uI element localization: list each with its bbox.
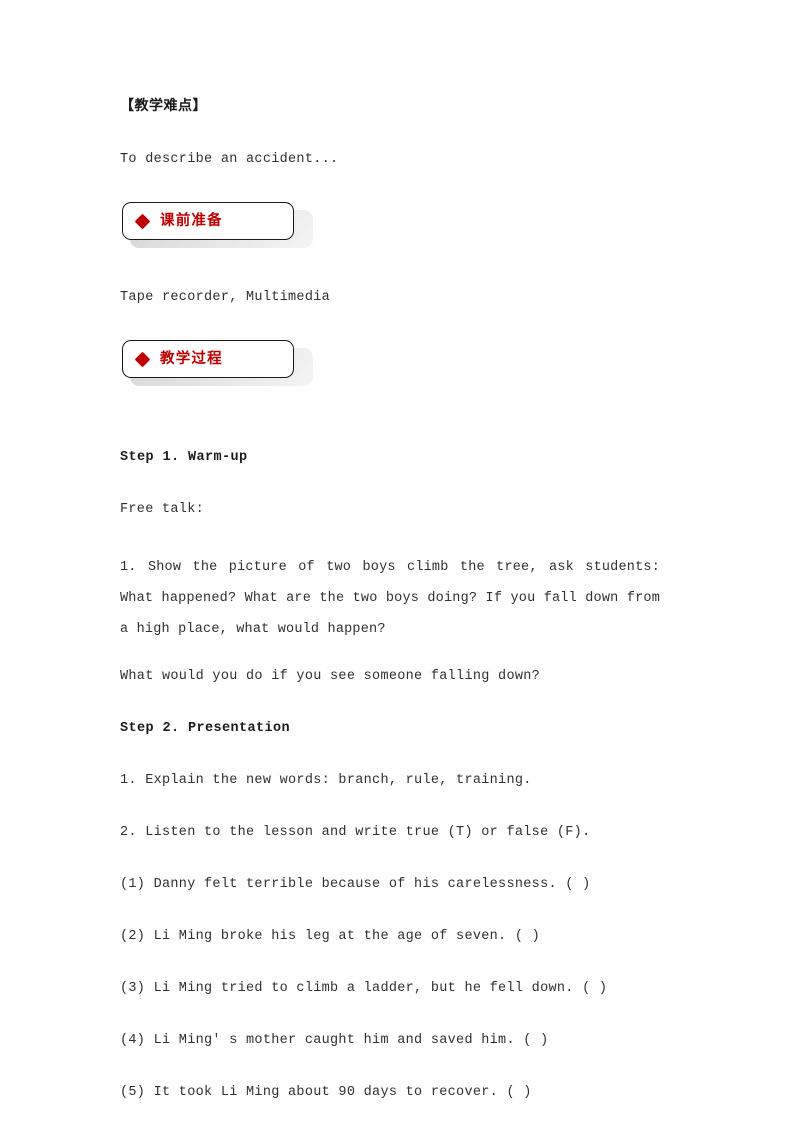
teaching-difficulty-text: To describe an accident... (120, 152, 339, 167)
diamond-icon (134, 351, 151, 367)
pre-class-preparation-label: 课前准备 (160, 212, 223, 229)
step2-statement-1: (1) Danny felt terrible because of his c… (120, 877, 591, 892)
pre-class-preparation-box: 课前准备 (122, 202, 313, 248)
pre-class-preparation-frame: 课前准备 (122, 202, 294, 240)
step2-item-1: 1. Explain the new words: branch, rule, … (120, 773, 532, 788)
step2-statement-4: (4) Li Ming' s mother caught him and sav… (120, 1033, 549, 1048)
step1-subtitle: Free talk: (120, 502, 205, 517)
teaching-difficulty-heading: 【教学难点】 (120, 98, 207, 114)
diamond-icon (134, 213, 151, 229)
vertical-spacer (120, 426, 660, 448)
step2-item-2: 2. Listen to the lesson and write true (… (120, 825, 591, 840)
step1-title: Step 1. Warm-up (120, 450, 248, 465)
step2-statement-5: (5) It took Li Ming about 90 days to rec… (120, 1085, 532, 1100)
step1-item-2: What would you do if you see someone fal… (120, 669, 541, 684)
document-page: 【教学难点】 To describe an accident... 课前准备 T… (0, 0, 800, 1132)
document-content: 【教学难点】 To describe an accident... 课前准备 T… (120, 96, 660, 1135)
teaching-process-box: 教学过程 (122, 340, 313, 386)
preparation-materials-text: Tape recorder, Multimedia (120, 290, 331, 305)
step1-item-1: 1. Show the picture of two boys climb th… (120, 560, 660, 637)
teaching-process-label: 教学过程 (160, 350, 223, 367)
step2-statement-3: (3) Li Ming tried to climb a ladder, but… (120, 981, 608, 996)
step2-title: Step 2. Presentation (120, 721, 291, 736)
step2-statement-2: (2) Li Ming broke his leg at the age of … (120, 929, 541, 944)
teaching-process-frame: 教学过程 (122, 340, 294, 378)
